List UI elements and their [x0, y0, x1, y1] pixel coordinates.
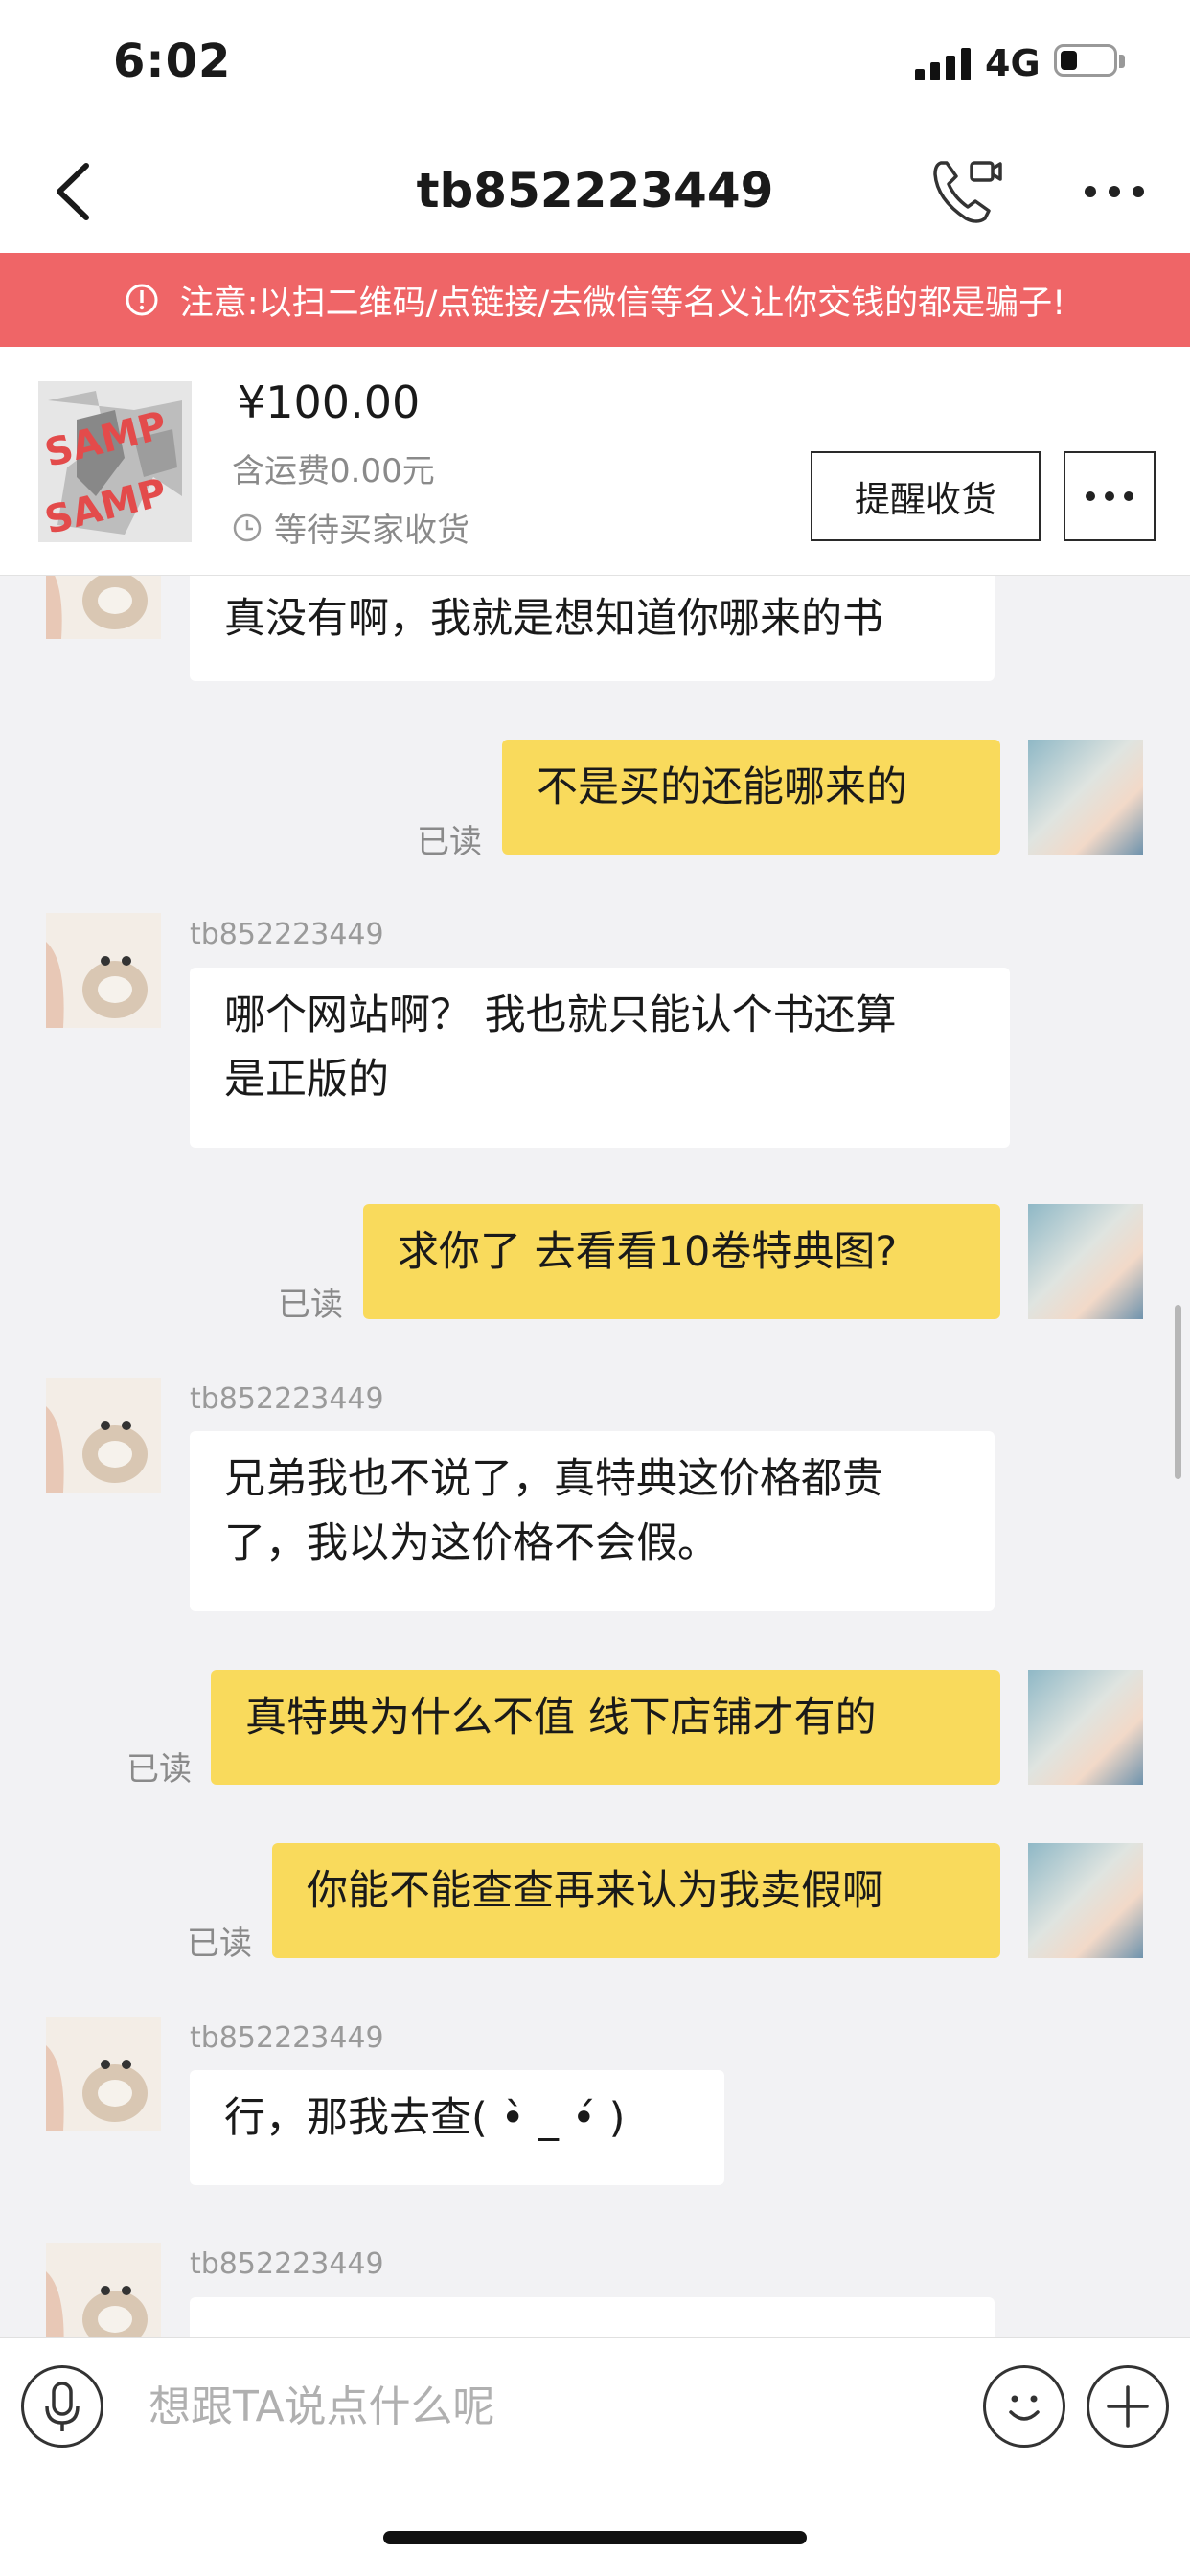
network-type: 4G — [985, 42, 1041, 84]
order-status: 等待买家收货 — [232, 504, 469, 551]
read-receipt: 已读 — [187, 1925, 252, 1963]
read-receipt: 已读 — [417, 823, 482, 861]
sender-name: tb852223449 — [190, 918, 384, 951]
contact-avatar[interactable] — [46, 576, 161, 639]
product-thumbnail[interactable]: SAMP SAMP — [38, 381, 192, 542]
remind-receipt-button[interactable]: 提醒收货 — [811, 451, 1041, 541]
message-bubble-incoming[interactable]: 哪个网站啊？ 我也就只能认个书还算 是正版的 — [190, 968, 1010, 1148]
more-dots-icon — [1086, 491, 1133, 501]
order-status-text: 等待买家收货 — [274, 512, 469, 550]
battery-icon — [1054, 44, 1117, 77]
message-line: 是正版的 — [224, 1056, 389, 1104]
message-bubble-incoming[interactable] — [190, 2297, 995, 2337]
battery-tip — [1119, 55, 1125, 68]
fraud-warning-banner: 注意:以扫二维码/点链接/去微信等名义让你交钱的都是骗子! — [0, 253, 1190, 347]
message-bubble-incoming[interactable]: 行，那我去查( •̀ _ •́ ) — [190, 2070, 724, 2185]
message-input[interactable] — [149, 2370, 973, 2443]
status-time: 6:02 — [113, 34, 232, 88]
message-bubble-outgoing[interactable]: 求你了 去看看10卷特典图? — [363, 1204, 1000, 1319]
read-receipt: 已读 — [126, 1750, 192, 1789]
signal-strength-icon — [915, 48, 971, 80]
contact-avatar[interactable] — [46, 1378, 161, 1493]
sender-name: tb852223449 — [190, 2247, 384, 2281]
my-avatar[interactable] — [1028, 740, 1143, 855]
microphone-icon[interactable] — [21, 2365, 103, 2448]
info-icon — [126, 284, 158, 316]
contact-avatar[interactable] — [46, 913, 161, 1028]
message-bubble-outgoing[interactable]: 不是买的还能哪来的 — [502, 740, 1000, 855]
message-bubble-outgoing[interactable]: 你能不能查查再来认为我卖假啊 — [272, 1843, 1000, 1958]
chat-scrollbar[interactable] — [1175, 1305, 1181, 1479]
message-bubble-outgoing[interactable]: 真特典为什么不值 线下店铺才有的 — [211, 1670, 1000, 1785]
message-line: 哪个网站啊？ 我也就只能认个书还算 — [224, 992, 897, 1039]
video-call-icon[interactable] — [927, 153, 1004, 230]
plus-icon[interactable] — [1087, 2365, 1169, 2448]
message-bubble-incoming[interactable]: 真没有啊，我就是想知道你哪来的书 — [190, 576, 995, 681]
home-indicator[interactable] — [383, 2531, 807, 2544]
clock-icon — [233, 513, 262, 541]
chat-title: tb852223449 — [416, 163, 774, 218]
order-price: ¥100.00 — [238, 376, 421, 428]
warning-text: 注意:以扫二维码/点链接/去微信等名义让你交钱的都是骗子! — [179, 284, 1066, 323]
my-avatar[interactable] — [1028, 1204, 1143, 1319]
smiley-icon[interactable] — [983, 2365, 1065, 2448]
my-avatar[interactable] — [1028, 1843, 1143, 1958]
more-dots-icon[interactable] — [1081, 172, 1148, 211]
read-receipt: 已读 — [278, 1286, 343, 1324]
order-more-button[interactable] — [1064, 451, 1156, 541]
contact-avatar[interactable] — [46, 2017, 161, 2131]
chat-area[interactable]: 真没有啊，我就是想知道你哪来的书 已读 不是买的还能哪来的 tb85222344… — [0, 576, 1190, 2337]
my-avatar[interactable] — [1028, 1670, 1143, 1785]
sender-name: tb852223449 — [190, 2021, 384, 2055]
sender-name: tb852223449 — [190, 1382, 384, 1416]
contact-avatar[interactable] — [46, 2243, 161, 2337]
message-line: 了，我以为这价格不会假。 — [224, 1519, 719, 1567]
message-line: 兄弟我也不说了，真特典这价格都贵 — [224, 1455, 883, 1503]
shipping-fee: 含运费0.00元 — [232, 452, 435, 490]
message-bubble-incoming[interactable]: 兄弟我也不说了，真特典这价格都贵 了，我以为这价格不会假。 — [190, 1431, 995, 1611]
